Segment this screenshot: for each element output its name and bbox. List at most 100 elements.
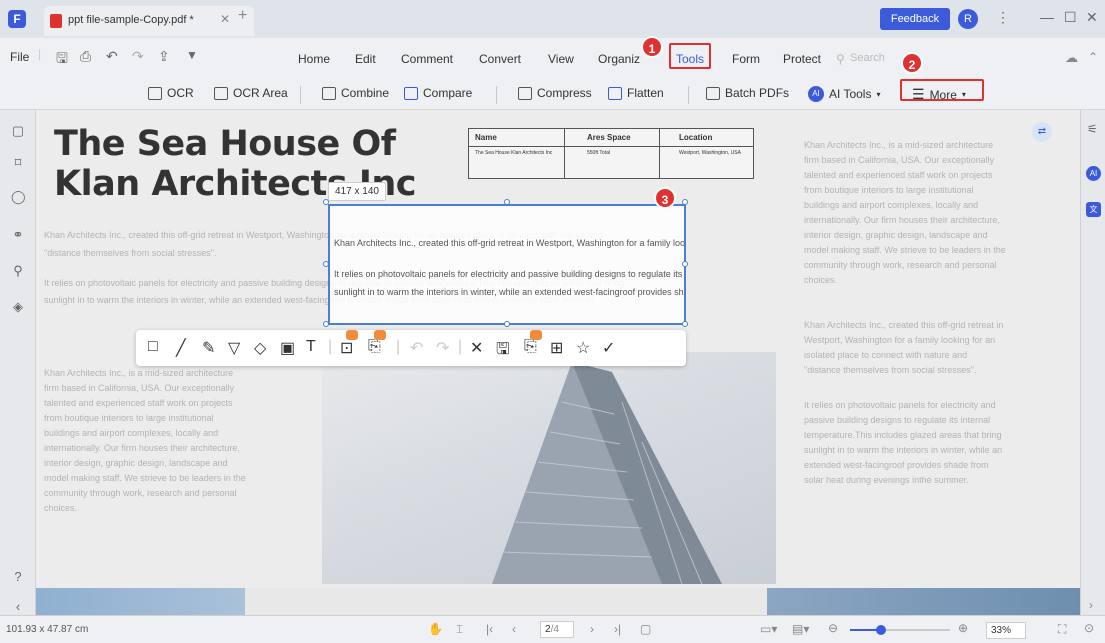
properties-icon[interactable]: ⚟ [1087,122,1098,136]
extract-text-icon[interactable]: ⎘ [368,338,381,356]
ocr-area-button[interactable]: OCR Area [214,86,288,100]
text-icon[interactable]: T [306,338,316,356]
doc-title-line1: The Sea House Of [54,124,396,164]
cancel-icon[interactable]: ✕ [470,338,483,358]
search-panel-icon[interactable]: ⚲ [11,264,25,278]
combine-button[interactable]: Combine [322,86,389,100]
undo-icon[interactable]: ↶ [410,338,423,358]
ai-tools-button[interactable]: AI AI Tools ▾ [808,86,880,102]
table-divider [469,146,753,147]
zoom-level[interactable]: 33% [986,622,1026,639]
avatar[interactable]: R [958,9,978,29]
resize-handle[interactable] [323,261,329,267]
ocr-text-icon[interactable]: ⊡ [340,338,353,358]
page-layout-icon[interactable]: ▭▾ [760,622,777,636]
translate-page-icon[interactable]: ⇄ [1032,122,1052,142]
help-icon[interactable]: ? [11,570,25,584]
menu-file[interactable]: File [10,50,29,64]
fit-page-icon[interactable]: ⛶ [1058,622,1066,637]
settings-icon[interactable]: ⊙ [1084,621,1094,635]
collapse-ribbon-icon[interactable]: ⌃ [1088,50,1098,64]
search-label[interactable]: Search [850,52,885,64]
redo-icon[interactable]: ↷ [132,48,144,65]
share-icon[interactable]: ⇪ [158,48,170,65]
more-options-icon[interactable]: ⋮ [996,9,1010,26]
comment-icon[interactable]: ◯ [11,190,26,204]
compress-button[interactable]: Compress [518,86,592,100]
new-tab-icon[interactable]: + [238,7,247,25]
line-icon[interactable]: ╱ [176,338,186,358]
add-icon[interactable]: ⊞ [550,338,563,358]
save-icon[interactable]: 🖫 [496,338,510,365]
cloud-icon[interactable]: ☁ [1065,50,1078,66]
compare-button[interactable]: Compare [404,86,472,100]
selection-box[interactable]: Khan Architects Inc., created this off-g… [328,204,686,325]
eraser-icon[interactable]: ◇ [254,338,266,358]
collapse-left-icon[interactable]: ‹ [11,600,25,614]
quick-access-dropdown-icon[interactable]: ▼ [186,48,198,62]
resize-handle[interactable] [504,321,510,327]
save-icon[interactable]: 🖫 [56,48,68,72]
ocr-button[interactable]: OCR [148,86,194,100]
attachment-icon[interactable]: ⚭ [11,228,25,242]
resize-handle[interactable] [682,321,688,327]
text-line: firm based in California, USA. Our excep… [804,155,995,165]
zoom-out-icon[interactable]: ⊖ [828,621,838,635]
document-canvas[interactable]: The Sea House Of Klan Architects Inc Nam… [36,110,1080,615]
mosaic-icon[interactable]: ▣ [280,338,295,358]
text-line: It relies on photovoltaic panels for ele… [804,400,996,410]
zoom-slider-thumb[interactable] [876,625,886,635]
bookmark-icon[interactable]: ⌑ [11,156,25,170]
highlight-icon[interactable]: ▽ [228,338,240,358]
confirm-check-icon[interactable]: ✓ [602,338,615,358]
pin-icon[interactable]: ☆ [576,338,590,358]
undo-icon[interactable]: ↶ [106,48,118,65]
resize-handle[interactable] [682,261,688,267]
redo-icon[interactable]: ↷ [436,338,449,358]
menu-comment[interactable]: Comment [401,52,453,66]
layers-icon[interactable]: ◈ [11,300,25,314]
select-tool-icon[interactable]: ⌶ [456,622,463,637]
rectangle-icon[interactable]: □ [148,338,158,356]
feedback-button[interactable]: Feedback [880,8,950,30]
menu-organize[interactable]: Organiz [598,52,640,66]
previous-page-icon[interactable]: ‹ [512,622,516,636]
pencil-icon[interactable]: ✎ [202,338,215,358]
page-thumbnail-icon[interactable]: ▢ [11,124,25,138]
menu-edit[interactable]: Edit [355,52,376,66]
hand-tool-icon[interactable]: ✋ [428,622,443,636]
resize-handle[interactable] [323,321,329,327]
menu-convert[interactable]: Convert [479,52,521,66]
first-page-icon[interactable]: |‹ [486,622,493,636]
text-line: Khan Architects Inc., created this off-g… [804,320,1004,330]
single-page-icon[interactable]: ▢ [640,622,651,636]
next-page-icon[interactable]: › [590,622,594,636]
maximize-icon[interactable]: ☐ [1064,9,1077,26]
flatten-button[interactable]: Flatten [608,86,664,100]
text-line: buildings and airport complexes, locally… [44,428,219,438]
minimize-icon[interactable]: — [1040,9,1054,25]
close-tab-icon[interactable]: ✕ [220,12,230,26]
search-icon[interactable]: ⚲ [836,52,845,66]
menu-home[interactable]: Home [298,52,330,66]
collapse-right-icon[interactable]: › [1089,598,1093,612]
page-number-input[interactable]: 2/4 [540,621,574,638]
ai-assistant-icon[interactable]: AI [1086,166,1101,181]
menu-protect[interactable]: Protect [783,52,821,66]
menu-view[interactable]: View [548,52,574,66]
zoom-in-icon[interactable]: ⊕ [958,621,968,635]
menu-bar: File | 🖫 ⎙ ↶ ↷ ⇪ ▼ Home Edit Comment Con… [0,38,1105,110]
document-tab[interactable]: ppt file-sample-Copy.pdf * ✕ [44,6,254,36]
document-tab-label: ppt file-sample-Copy.pdf * [68,14,194,26]
last-page-icon[interactable]: ›| [614,622,621,636]
copy-icon[interactable]: ⎘ [524,338,537,356]
menu-form[interactable]: Form [732,52,760,66]
resize-handle[interactable] [682,199,688,205]
text-line: Khan Architects Inc., created this off-g… [334,238,684,248]
view-mode-icon[interactable]: ▤▾ [792,622,809,636]
resize-handle[interactable] [504,199,510,205]
batch-pdfs-button[interactable]: Batch PDFs [706,86,789,100]
translate-icon[interactable]: 文 [1086,202,1101,217]
close-window-icon[interactable]: ✕ [1086,9,1098,26]
print-icon[interactable]: ⎙ [80,48,91,65]
